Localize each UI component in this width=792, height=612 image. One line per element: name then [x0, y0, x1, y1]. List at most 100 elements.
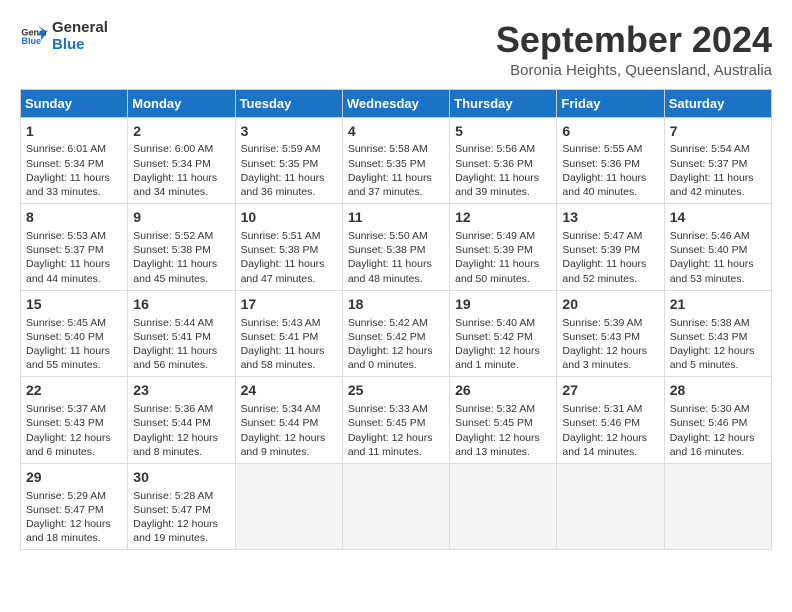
day-number: 6 [562, 122, 658, 141]
day-info: Sunrise: 5:31 AM Sunset: 5:46 PM Dayligh… [562, 402, 658, 459]
calendar-cell: 25 Sunrise: 5:33 AM Sunset: 5:45 PM Dayli… [342, 377, 449, 464]
month-title: September 2024 [496, 20, 772, 60]
day-number: 16 [133, 295, 229, 314]
day-info: Sunrise: 6:00 AM Sunset: 5:34 PM Dayligh… [133, 142, 229, 199]
day-info: Sunrise: 5:40 AM Sunset: 5:42 PM Dayligh… [455, 316, 551, 373]
day-info: Sunrise: 5:52 AM Sunset: 5:38 PM Dayligh… [133, 229, 229, 286]
calendar-week-row: 8Sunrise: 5:53 AM Sunset: 5:37 PM Daylig… [21, 204, 772, 291]
calendar-cell: 17Sunrise: 5:43 AM Sunset: 5:41 PM Dayli… [235, 290, 342, 377]
day-info: Sunrise: 5:54 AM Sunset: 5:37 PM Dayligh… [670, 142, 766, 199]
day-info: Sunrise: 5:56 AM Sunset: 5:36 PM Dayligh… [455, 142, 551, 199]
day-info: Sunrise: 5:58 AM Sunset: 5:35 PM Dayligh… [348, 142, 444, 199]
calendar-cell: 7Sunrise: 5:54 AM Sunset: 5:37 PM Daylig… [664, 117, 771, 204]
day-info: Sunrise: 5:28 AM Sunset: 5:47 PM Dayligh… [133, 489, 229, 546]
calendar-cell: 9 Sunrise: 5:52 AM Sunset: 5:38 PM Daylig… [128, 204, 235, 291]
day-info: Sunrise: 5:55 AM Sunset: 5:36 PM Dayligh… [562, 142, 658, 199]
day-info: Sunrise: 5:45 AM Sunset: 5:40 PM Dayligh… [26, 316, 122, 373]
logo-icon: General Blue [20, 23, 48, 51]
page-header: General Blue General Blue September 2024… [20, 20, 772, 79]
day-info: Sunrise: 5:59 AM Sunset: 5:35 PM Dayligh… [241, 142, 337, 199]
logo-line2: Blue [52, 37, 108, 54]
day-number: 28 [670, 381, 766, 400]
column-header-tuesday: Tuesday [235, 89, 342, 117]
calendar-cell: 27 Sunrise: 5:31 AM Sunset: 5:46 PM Dayli… [557, 377, 664, 464]
day-info: Sunrise: 5:34 AM Sunset: 5:44 PM Dayligh… [241, 402, 337, 459]
day-info: Sunrise: 5:46 AM Sunset: 5:40 PM Dayligh… [670, 229, 766, 286]
day-info: Sunrise: 5:39 AM Sunset: 5:43 PM Dayligh… [562, 316, 658, 373]
calendar-cell [557, 463, 664, 550]
day-number: 22 [26, 381, 122, 400]
calendar-cell: 1Sunrise: 6:01 AM Sunset: 5:34 PM Daylig… [21, 117, 128, 204]
day-number: 4 [348, 122, 444, 141]
day-number: 1 [26, 122, 122, 141]
calendar-cell: 18 Sunrise: 5:42 AM Sunset: 5:42 PM Dayli… [342, 290, 449, 377]
day-info: Sunrise: 5:33 AM Sunset: 5:45 PM Dayligh… [348, 402, 444, 459]
day-info: Sunrise: 5:50 AM Sunset: 5:38 PM Dayligh… [348, 229, 444, 286]
day-number: 9 [133, 208, 229, 227]
day-number: 23 [133, 381, 229, 400]
day-number: 29 [26, 468, 122, 487]
calendar-cell [342, 463, 449, 550]
day-number: 2 [133, 122, 229, 141]
calendar-cell: 24 Sunrise: 5:34 AM Sunset: 5:44 PM Dayli… [235, 377, 342, 464]
title-block: September 2024 Boronia Heights, Queensla… [496, 20, 772, 79]
calendar-cell: 6Sunrise: 5:55 AM Sunset: 5:36 PM Daylig… [557, 117, 664, 204]
day-number: 21 [670, 295, 766, 314]
column-header-monday: Monday [128, 89, 235, 117]
calendar-cell: 16 Sunrise: 5:44 AM Sunset: 5:41 PM Dayli… [128, 290, 235, 377]
day-number: 27 [562, 381, 658, 400]
calendar-cell: 23 Sunrise: 5:36 AM Sunset: 5:44 PM Dayli… [128, 377, 235, 464]
calendar-week-row: 15 Sunrise: 5:45 AM Sunset: 5:40 PM Dayli… [21, 290, 772, 377]
day-number: 12 [455, 208, 551, 227]
calendar-cell: 14 Sunrise: 5:46 AM Sunset: 5:40 PM Dayli… [664, 204, 771, 291]
calendar-cell [450, 463, 557, 550]
day-info: Sunrise: 5:47 AM Sunset: 5:39 PM Dayligh… [562, 229, 658, 286]
svg-text:Blue: Blue [21, 36, 41, 46]
day-number: 24 [241, 381, 337, 400]
calendar-header-row: SundayMondayTuesdayWednesdayThursdayFrid… [21, 89, 772, 117]
day-info: Sunrise: 5:44 AM Sunset: 5:41 PM Dayligh… [133, 316, 229, 373]
column-header-thursday: Thursday [450, 89, 557, 117]
calendar-table: SundayMondayTuesdayWednesdayThursdayFrid… [20, 89, 772, 551]
calendar-cell: 8Sunrise: 5:53 AM Sunset: 5:37 PM Daylig… [21, 204, 128, 291]
calendar-cell: 21 Sunrise: 5:38 AM Sunset: 5:43 PM Dayli… [664, 290, 771, 377]
calendar-cell: 20 Sunrise: 5:39 AM Sunset: 5:43 PM Dayli… [557, 290, 664, 377]
day-number: 8 [26, 208, 122, 227]
calendar-cell: 26Sunrise: 5:32 AM Sunset: 5:45 PM Dayli… [450, 377, 557, 464]
day-number: 13 [562, 208, 658, 227]
day-number: 18 [348, 295, 444, 314]
logo: General Blue General Blue [20, 20, 108, 53]
calendar-cell: 4Sunrise: 5:58 AM Sunset: 5:35 PM Daylig… [342, 117, 449, 204]
calendar-cell [235, 463, 342, 550]
column-header-wednesday: Wednesday [342, 89, 449, 117]
day-info: Sunrise: 5:49 AM Sunset: 5:39 PM Dayligh… [455, 229, 551, 286]
day-number: 25 [348, 381, 444, 400]
calendar-cell: 22 Sunrise: 5:37 AM Sunset: 5:43 PM Dayli… [21, 377, 128, 464]
day-number: 11 [348, 208, 444, 227]
calendar-cell [664, 463, 771, 550]
calendar-cell: 19Sunrise: 5:40 AM Sunset: 5:42 PM Dayli… [450, 290, 557, 377]
calendar-cell: 30 Sunrise: 5:28 AM Sunset: 5:47 PM Dayli… [128, 463, 235, 550]
day-info: Sunrise: 5:42 AM Sunset: 5:42 PM Dayligh… [348, 316, 444, 373]
column-header-saturday: Saturday [664, 89, 771, 117]
day-number: 5 [455, 122, 551, 141]
calendar-week-row: 29Sunrise: 5:29 AM Sunset: 5:47 PM Dayli… [21, 463, 772, 550]
column-header-friday: Friday [557, 89, 664, 117]
day-number: 14 [670, 208, 766, 227]
calendar-cell: 12 Sunrise: 5:49 AM Sunset: 5:39 PM Dayli… [450, 204, 557, 291]
day-number: 20 [562, 295, 658, 314]
calendar-cell: 3Sunrise: 5:59 AM Sunset: 5:35 PM Daylig… [235, 117, 342, 204]
day-info: Sunrise: 5:51 AM Sunset: 5:38 PM Dayligh… [241, 229, 337, 286]
day-info: Sunrise: 5:36 AM Sunset: 5:44 PM Dayligh… [133, 402, 229, 459]
calendar-week-row: 22 Sunrise: 5:37 AM Sunset: 5:43 PM Dayli… [21, 377, 772, 464]
day-number: 30 [133, 468, 229, 487]
day-number: 7 [670, 122, 766, 141]
day-info: Sunrise: 5:30 AM Sunset: 5:46 PM Dayligh… [670, 402, 766, 459]
calendar-cell: 11 Sunrise: 5:50 AM Sunset: 5:38 PM Dayli… [342, 204, 449, 291]
logo-line1: General [52, 20, 108, 37]
day-info: Sunrise: 5:37 AM Sunset: 5:43 PM Dayligh… [26, 402, 122, 459]
day-number: 3 [241, 122, 337, 141]
day-info: Sunrise: 5:38 AM Sunset: 5:43 PM Dayligh… [670, 316, 766, 373]
day-number: 15 [26, 295, 122, 314]
day-info: Sunrise: 5:43 AM Sunset: 5:41 PM Dayligh… [241, 316, 337, 373]
